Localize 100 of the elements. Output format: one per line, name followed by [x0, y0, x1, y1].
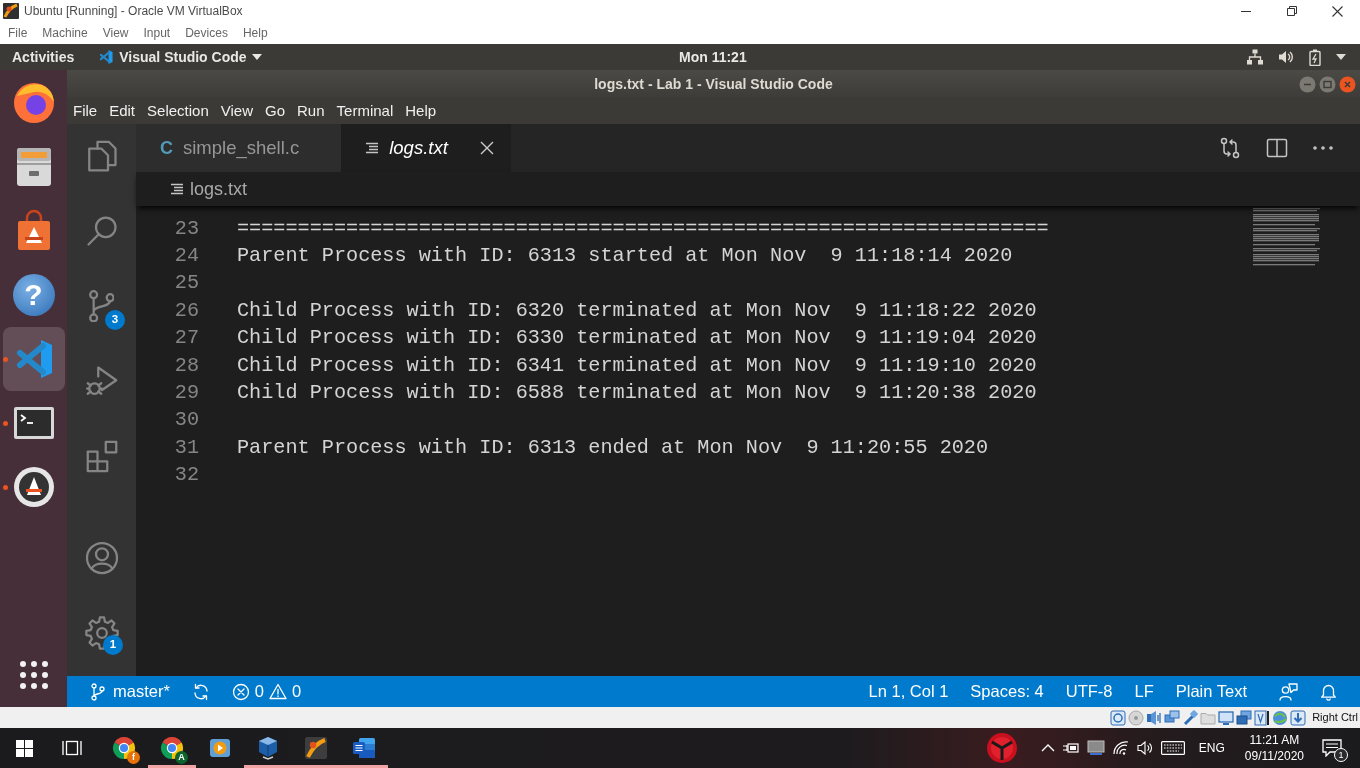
- clock-date[interactable]: 09/11/2020: [1244, 748, 1304, 765]
- browser-icon: [11, 81, 56, 125]
- wifi-icon[interactable]: [1112, 741, 1129, 755]
- window-title: logs.txt - Lab 1 - Visual Studio Code: [594, 74, 833, 94]
- menu-item[interactable]: View: [214, 99, 259, 123]
- menu-item[interactable]: Machine: [42, 24, 88, 42]
- app-grid-icon: [19, 661, 48, 689]
- language-indicator[interactable]: ENG: [1198, 739, 1225, 757]
- editor-tab[interactable]: C simple_shell.c: [136, 124, 342, 172]
- clock-time[interactable]: 11:21 AM: [1249, 731, 1300, 748]
- media-player-icon: [208, 736, 232, 760]
- power-plug-icon[interactable]: [1062, 742, 1079, 754]
- caret-down-icon[interactable]: [1336, 54, 1346, 60]
- sync-icon[interactable]: [191, 682, 210, 701]
- settings-icon[interactable]: [83, 615, 120, 651]
- task-view-icon[interactable]: [62, 739, 82, 757]
- line-number: 28: [173, 352, 199, 379]
- close-icon[interactable]: [1331, 5, 1343, 17]
- app-menu-button[interactable]: Visual Studio Code: [98, 46, 262, 68]
- menu-item[interactable]: View: [102, 24, 129, 42]
- caret-down-icon: [251, 54, 262, 60]
- profile-badge: A: [175, 751, 188, 764]
- lines-icon: [365, 142, 380, 154]
- taskbar-app[interactable]: A: [148, 728, 196, 768]
- more-actions-icon[interactable]: [1312, 145, 1334, 151]
- volume-icon[interactable]: [1278, 49, 1294, 65]
- code-line: Child Process with ID: 6588 terminated at Mon Nov 9 11:20:38 2020: [237, 379, 1037, 406]
- branch-icon: [90, 682, 106, 701]
- line-number: 32: [173, 462, 199, 489]
- compare-changes-icon[interactable]: [1218, 136, 1242, 160]
- app-icon: [3, 3, 19, 19]
- monitor-icon[interactable]: [1086, 740, 1105, 756]
- document-icon: [352, 736, 376, 760]
- battery-icon[interactable]: [1309, 48, 1321, 66]
- browser-icon: [112, 736, 136, 760]
- warning-icon: [269, 683, 288, 700]
- status-item[interactable]: LF: [1123, 676, 1165, 707]
- help-icon: ?: [12, 274, 55, 316]
- line-number: 24: [173, 242, 199, 269]
- volume-icon[interactable]: [1136, 741, 1153, 755]
- split-editor-icon[interactable]: [1266, 137, 1288, 159]
- error-icon: [231, 682, 250, 701]
- line-number: 26: [173, 297, 199, 324]
- clock[interactable]: Mon 11:21: [679, 46, 747, 68]
- restore-icon[interactable]: [1286, 6, 1297, 16]
- download-icon[interactable]: [1290, 709, 1307, 726]
- line-number: 25: [173, 270, 199, 297]
- menu-item[interactable]: File: [67, 99, 104, 123]
- lines-icon: [170, 183, 184, 195]
- count-badge: 1: [1334, 748, 1348, 762]
- status-item[interactable]: UTF-8: [1054, 676, 1124, 707]
- menu-item[interactable]: Selection: [141, 99, 215, 123]
- round-logo-icon[interactable]: [985, 732, 1018, 764]
- usb-plug-icon[interactable]: [1182, 709, 1199, 726]
- start-icon[interactable]: [15, 739, 33, 757]
- chip-icon[interactable]: [1254, 709, 1271, 726]
- host-key-label: Right Ctrl: [1312, 710, 1358, 726]
- editor-tab[interactable]: logs.txt: [341, 124, 511, 172]
- status-item[interactable]: Ln 1, Col 1: [857, 676, 960, 707]
- screens-icon[interactable]: [1164, 709, 1181, 726]
- menu-item[interactable]: Run: [291, 99, 331, 123]
- count-badge: 1: [103, 635, 123, 655]
- notification-icon[interactable]: [1322, 739, 1342, 757]
- code-editor-icon: [98, 49, 115, 65]
- app-icon: [304, 736, 328, 760]
- notifications-icon[interactable]: [1320, 682, 1337, 701]
- menu-item[interactable]: Edit: [103, 99, 142, 123]
- menu-item[interactable]: Devices: [185, 24, 228, 42]
- keyboard-icon[interactable]: [1160, 741, 1185, 755]
- status-item[interactable]: Spaces: 4: [959, 676, 1055, 707]
- menu-item[interactable]: Help: [242, 24, 268, 42]
- profile-badge: f: [127, 751, 140, 764]
- code-line: Child Process with ID: 6320 terminated at Mon Nov 9 11:18:22 2020: [237, 297, 1037, 324]
- ring-logo-icon: [11, 465, 56, 509]
- status-item[interactable]: Plain Text: [1164, 676, 1258, 707]
- menu-item[interactable]: Input: [143, 24, 171, 42]
- windows-icon[interactable]: [1236, 709, 1253, 726]
- feedback-icon[interactable]: [1279, 682, 1298, 701]
- line-number: 27: [173, 325, 199, 352]
- menu-item[interactable]: Help: [399, 99, 443, 123]
- problems-button[interactable]: 0 0: [220, 676, 313, 707]
- line-number: 30: [173, 407, 199, 434]
- speaker-icon[interactable]: [1146, 709, 1163, 726]
- activities-button[interactable]: Activities: [12, 46, 75, 68]
- line-number: 23: [173, 215, 199, 242]
- breadcrumb-item[interactable]: logs.txt: [170, 175, 248, 203]
- account-icon[interactable]: [83, 540, 120, 576]
- code-line: Parent Process with ID: 6313 ended at Mon Nov 9 11:20:55 2020: [237, 434, 989, 461]
- chevron-up-icon[interactable]: [1040, 744, 1055, 752]
- code-line: Child Process with ID: 6341 terminated at Mon Nov 9 11:19:10 2020: [237, 352, 1037, 379]
- count-badge: 3: [105, 310, 125, 330]
- network-icon[interactable]: [1247, 49, 1263, 65]
- menu-item[interactable]: Go: [259, 99, 291, 123]
- menu-item[interactable]: Terminal: [330, 99, 400, 123]
- branch-button[interactable]: master*: [79, 676, 181, 707]
- code-line: ===================================================================: [237, 215, 1049, 242]
- display-icon[interactable]: [1218, 709, 1235, 726]
- file-type-icon: C: [160, 134, 173, 162]
- menu-item[interactable]: File: [8, 24, 28, 42]
- maximize-icon[interactable]: [1319, 75, 1336, 93]
